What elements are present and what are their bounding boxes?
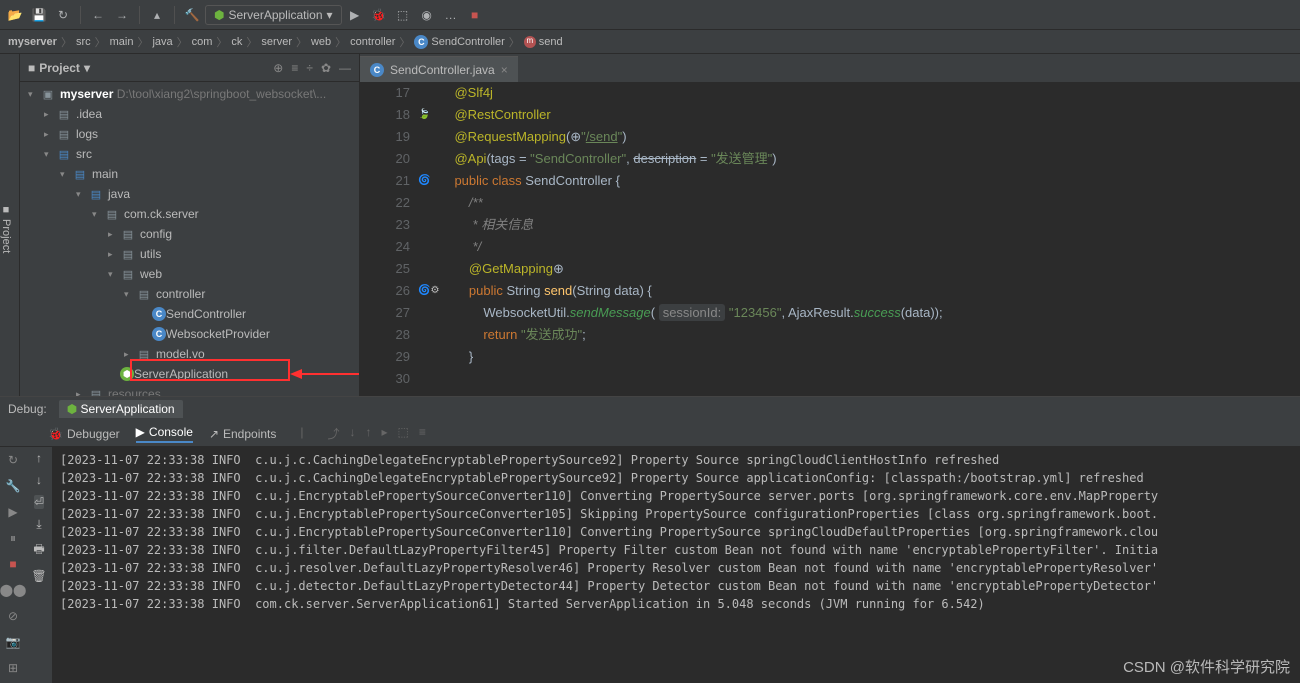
debug-config-tab[interactable]: ⬢ ServerApplication [59,400,183,418]
tree-item[interactable]: ▸▤config [20,224,359,244]
layout-icon[interactable]: ⊞ [4,659,22,677]
tree-item[interactable]: CWebsocketProvider [20,324,359,344]
crumb-1[interactable]: src [76,36,91,48]
class-icon: C [370,63,384,77]
modify-icon[interactable]: 🔧 [4,477,22,495]
tree-root[interactable]: ▾▣ myserver D:\tool\xiang2\springboot_we… [20,84,359,104]
print-icon[interactable]: 🖶 [33,540,44,561]
tree-item[interactable]: ▾▤java [20,184,359,204]
tree-item[interactable]: ▸▤.idea [20,104,359,124]
run-icon[interactable]: ▶ [344,4,366,26]
debug-icon[interactable]: 🐞 [368,4,390,26]
mute-breakpoints-icon[interactable]: ⊘ [4,607,22,625]
trace-icon[interactable]: ≡ [419,425,426,443]
editor-area: C SendController.java × 17 18 19 20 21 2… [360,54,1300,396]
tree-item[interactable]: ▾▤web [20,264,359,284]
resume-icon[interactable]: ▶ [4,503,22,521]
tree-item[interactable]: ⬢ServerApplication [20,364,359,384]
console-output[interactable]: [2023-11-07 22:33:38 INFO c.u.j.c.Cachin… [52,447,1300,683]
stop-debug-icon[interactable]: ■ [4,555,22,573]
refresh-icon[interactable]: ↻ [52,4,74,26]
hide-icon[interactable]: — [339,61,351,75]
tree-item[interactable]: ▾▤src [20,144,359,164]
run-config-select[interactable]: ⬢ ServerApplication ▾ [205,5,342,25]
tab-console[interactable]: ▶ Console [136,425,193,443]
up-icon[interactable]: ↑ [36,451,42,465]
soft-wrap-icon[interactable]: ⏎ [34,495,44,509]
hammer-icon[interactable]: 🔨 [181,4,203,26]
crumb-8[interactable]: controller [350,36,395,48]
evaluate-icon[interactable]: ⬚ [398,425,409,443]
view-breakpoints-icon[interactable]: ⬤⬤ [4,581,22,599]
editor-tab[interactable]: C SendController.java × [360,56,518,82]
run-config-label: ServerApplication [228,8,322,22]
code-editor[interactable]: 17 18 19 20 21 22 23 24 25 26 27 28 29 3… [360,82,1300,396]
tree-item[interactable]: ▾▤main [20,164,359,184]
stop-icon[interactable]: ■ [464,4,486,26]
scroll-end-icon[interactable]: ⤓ [36,517,41,532]
project-tree[interactable]: ▾▣ myserver D:\tool\xiang2\springboot_we… [20,82,359,396]
tree-item[interactable]: ▸▤logs [20,124,359,144]
pause-icon[interactable]: ⏸ [4,529,22,547]
crumb-6[interactable]: server [261,36,292,48]
tab-endpoints[interactable]: ↗ Endpoints [209,425,276,443]
open-icon[interactable]: 📂 [4,4,26,26]
tree-item[interactable]: ▾▤controller [20,284,359,304]
step-out-icon[interactable]: ↑ [366,425,372,443]
tab-debugger[interactable]: 🐞 Debugger [48,425,120,443]
tree-item[interactable]: CSendController [20,304,359,324]
close-icon[interactable]: × [501,63,508,77]
expand-icon[interactable]: ≡ [291,61,298,75]
main-toolbar: 📂 💾 ↻ ← → ▴ 🔨 ⬢ ServerApplication ▾ ▶ 🐞 … [0,0,1300,30]
profile-icon[interactable]: ◉ [416,4,438,26]
select-opened-icon[interactable]: ⊕ [273,61,283,75]
camera-icon[interactable]: 📷 [4,633,22,651]
project-panel: ■ Project ▾ ⊕ ≡ ÷ ✿ — ▾▣ myserver D:\too… [20,54,360,396]
coverage-icon[interactable]: ⬚ [392,4,414,26]
build-icon[interactable]: ▴ [146,4,168,26]
settings-icon[interactable]: ✿ [321,61,331,75]
crumb-7[interactable]: web [311,36,331,48]
step-over-icon[interactable]: ⤴ [328,425,340,443]
rerun-icon[interactable]: ↻ [4,451,22,469]
panel-title[interactable]: ■ Project ▾ [28,61,90,75]
crumb-4[interactable]: com [192,36,213,48]
tree-item[interactable]: ▸▤resources [20,384,359,396]
chevron-down-icon: ▾ [327,8,333,22]
crumb-5[interactable]: ck [231,36,242,48]
debug-panel: Debug: ⬢ ServerApplication 🐞 Debugger ▶ … [0,396,1300,683]
breadcrumb: myserver 〉src 〉main 〉java 〉com 〉ck 〉serv… [0,30,1300,54]
spring-icon: ⬢ [214,8,224,22]
tree-item[interactable]: ▸▤model.vo [20,344,359,364]
tree-item[interactable]: ▸▤utils [20,244,359,264]
step-into-icon[interactable]: ↓ [350,425,356,443]
debug-label: Debug: [8,402,47,416]
tree-item[interactable]: ▾▤com.ck.server [20,204,359,224]
crumb-2[interactable]: main [110,36,134,48]
crumb-3[interactable]: java [152,36,172,48]
down-icon[interactable]: ↓ [36,473,42,487]
save-icon[interactable]: 💾 [28,4,50,26]
undo-icon[interactable]: ← [87,4,109,26]
project-tool-tab[interactable]: ■ Project [0,54,20,396]
watermark: CSDN @软件科学研究院 [1123,656,1290,677]
crumb-9[interactable]: C SendController [414,35,504,49]
run-to-cursor-icon[interactable]: ▸ [382,425,388,443]
clear-icon[interactable]: 🗑 [31,569,46,583]
crumb-0[interactable]: myserver [8,36,57,48]
redo-icon[interactable]: → [111,4,133,26]
crumb-10[interactable]: m send [524,36,563,48]
tab-label: SendController.java [390,63,495,77]
collapse-icon[interactable]: ÷ [306,61,313,75]
attach-icon[interactable]: … [440,4,462,26]
